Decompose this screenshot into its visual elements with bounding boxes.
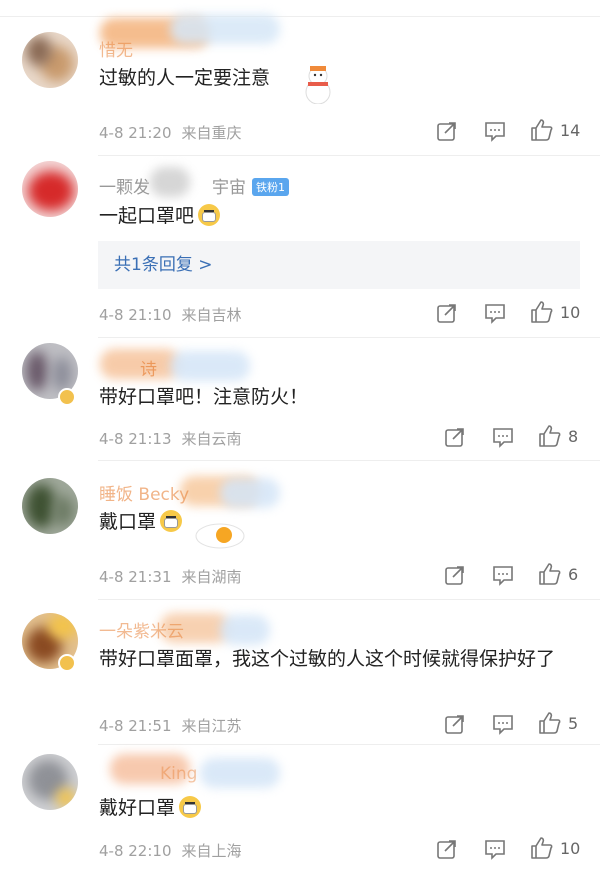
comment-item: 一颗发 宇宙 铁粉1 一起口罩吧 共1条回复 > 4-8 21:10 来自吉林 10 [0,155,600,337]
comment-button[interactable] [484,302,506,324]
username[interactable]: 一颗发 宇宙 铁粉1 [99,173,289,198]
location: 来自湖南 [181,568,242,586]
like-count: 8 [568,426,579,446]
username[interactable]: 惜无 [99,36,133,61]
verified-badge-icon [58,388,76,406]
share-icon [437,304,456,323]
share-button[interactable] [444,564,466,586]
location: 来自云南 [181,430,242,448]
thumbs-up-icon [539,425,561,447]
share-icon [445,566,464,585]
comment-item: 惜无 过敏的人一定要注意 4-8 21:20 来自重庆 14 [0,0,600,155]
timestamp: 4-8 21:13 [99,430,172,448]
comment-meta: 4-8 22:10 来自上海 [99,840,242,861]
timestamp: 4-8 21:10 [99,306,172,324]
comment-icon [493,428,513,448]
comment-icon [493,715,513,735]
location: 来自上海 [181,842,242,860]
view-replies-link[interactable]: 共1条回复 > [98,241,580,289]
like-button[interactable]: 10 [530,836,580,860]
comment-icon [485,840,505,860]
share-button[interactable] [444,713,466,735]
comment-meta: 4-8 21:20 来自重庆 [99,122,242,143]
location: 来自重庆 [181,124,242,142]
share-icon [437,122,456,141]
comment-button[interactable] [492,564,514,586]
username[interactable]: King [160,764,197,784]
username[interactable]: 一朵紫米云 [99,617,184,642]
comment-button[interactable] [492,713,514,735]
timestamp: 4-8 21:20 [99,124,172,142]
comment-text: 带好口罩吧！注意防火！ [99,386,309,408]
comment-button[interactable] [492,426,514,448]
like-count: 10 [560,302,581,322]
comment-item: 诗 带好口罩吧！注意防火！ 4-8 21:13 来自云南 8 [0,337,600,460]
thumbs-up-icon [539,712,561,734]
thumbs-up-icon [531,301,553,323]
like-button[interactable]: 5 [538,711,578,735]
comment-text: 带好口罩面罩，我这个过敏的人这个时候就得保护好了 [99,648,556,670]
like-button[interactable]: 8 [538,424,578,448]
verified-badge-icon [58,654,76,672]
share-button[interactable] [436,302,458,324]
snowman-sticker-icon [296,64,340,108]
share-icon [445,715,464,734]
fried-egg-sticker-icon [194,518,246,554]
avatar[interactable] [22,478,78,534]
share-icon [445,428,464,447]
fan-level-badge: 铁粉1 [252,178,289,196]
comment-text: 一起口罩吧 [99,200,580,233]
location: 来自吉林 [181,306,242,324]
comment-icon [485,304,505,324]
comment-meta: 4-8 21:13 来自云南 [99,428,242,449]
like-button[interactable]: 14 [530,118,580,142]
comment-meta: 4-8 21:51 来自江苏 [99,715,242,736]
thumbs-up-icon [531,119,553,141]
avatar[interactable] [22,161,78,217]
timestamp: 4-8 21:51 [99,717,172,735]
comment-text: 戴口罩 [99,506,580,539]
comment-item: 睡饭 Becky 戴口罩 4-8 21:31 来自湖南 6 [0,460,600,599]
thumbs-up-icon [539,563,561,585]
location: 来自江苏 [181,717,242,735]
mask-emoji-icon [179,796,202,818]
timestamp: 4-8 22:10 [99,842,172,860]
mask-emoji-icon [160,510,183,532]
comment-button[interactable] [484,838,506,860]
like-count: 10 [560,838,581,858]
like-count: 6 [568,564,579,584]
username[interactable]: 诗 [140,355,157,380]
share-button[interactable] [436,120,458,142]
share-button[interactable] [436,838,458,860]
comment-button[interactable] [484,120,506,142]
mask-emoji-icon [198,204,221,226]
comment-icon [485,122,505,142]
thumbs-up-icon [531,837,553,859]
comment-item: 一朵紫米云 带好口罩面罩，我这个过敏的人这个时候就得保护好了 4-8 21:51… [0,599,600,744]
avatar[interactable] [22,32,78,88]
comment-item: King 戴好口罩 4-8 22:10 来自上海 10 [0,744,600,871]
like-button[interactable]: 6 [538,562,578,586]
comment-meta: 4-8 21:31 来自湖南 [99,566,242,587]
avatar[interactable] [22,754,78,810]
comment-text: 戴好口罩 [99,792,580,825]
share-button[interactable] [444,426,466,448]
share-icon [437,840,456,859]
like-button[interactable]: 10 [530,300,580,324]
comment-meta: 4-8 21:10 来自吉林 [99,304,242,325]
like-count: 14 [560,120,581,140]
comment-icon [493,566,513,586]
like-count: 5 [568,713,579,733]
username[interactable]: 睡饭 Becky [99,480,189,505]
timestamp: 4-8 21:31 [99,568,172,586]
